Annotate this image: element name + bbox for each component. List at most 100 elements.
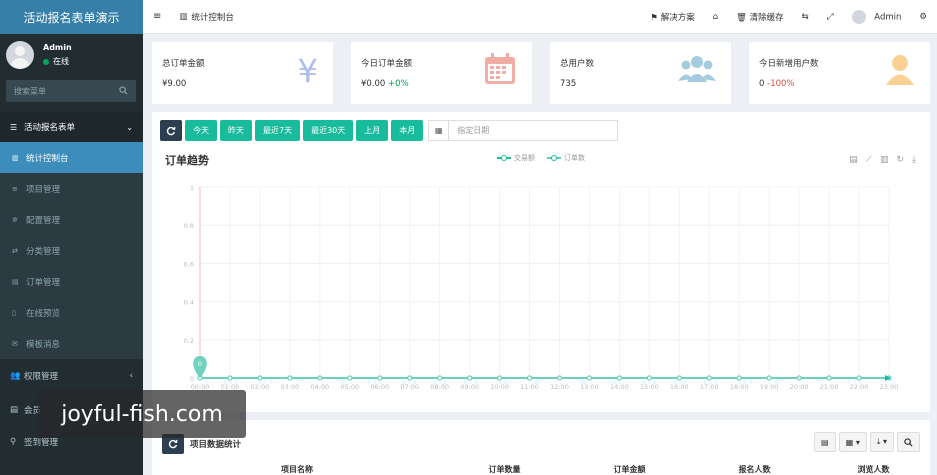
date-range-field: ▦	[428, 120, 619, 141]
home-icon[interactable]: ⌂	[713, 12, 718, 22]
search-button[interactable]	[897, 432, 920, 452]
chart-legend: 交易额 订单数	[497, 153, 585, 163]
sidebar-search	[6, 80, 136, 102]
data-point	[586, 375, 592, 381]
calendar-icon	[483, 52, 517, 94]
list-icon: ☰	[10, 122, 18, 132]
online-dot-icon	[43, 58, 49, 65]
user-menu[interactable]: Admin	[851, 9, 901, 24]
download-icon[interactable]: ⤓	[912, 155, 916, 165]
tab-dashboard[interactable]: ▥ 统计控制台	[179, 11, 234, 23]
sidebar-item-templates[interactable]: ✉ 模板消息	[0, 328, 143, 359]
sidebar-group-auth[interactable]: 👥 权限管理 ‹	[0, 359, 143, 393]
sidebar-group-activity[interactable]: ☰ 活动报名表单 ⌄	[0, 112, 143, 142]
bar-chart-icon[interactable]: ▥	[880, 155, 889, 165]
x-tick-label: 21:00	[820, 383, 839, 391]
data-point	[437, 375, 443, 381]
filter-yesterday-button[interactable]: 昨天	[220, 120, 252, 141]
x-tick-label: 02:00	[251, 383, 270, 391]
x-tick-label: 15:00	[640, 383, 659, 391]
order-trend-panel: 今天 昨天 最近7天 最近30天 上月 本月 ▦ 订单趋势 交易额 订单数 ▤ …	[152, 112, 930, 412]
legend-item-orders[interactable]: 订单数	[547, 153, 585, 163]
list-icon: ▤	[10, 405, 19, 415]
filter-this-month-button[interactable]: 本月	[391, 120, 424, 141]
search-icon	[904, 437, 913, 447]
sidebar-item-dashboard[interactable]: ▥ 统计控制台	[0, 142, 143, 173]
order-trend-chart: 00.20.40.60.8100:00 01:00 02:00 03:00 04:00 0…	[184, 184, 899, 391]
brand-logo[interactable]: 活动报名表单演示	[0, 0, 143, 34]
column-header[interactable]: 订单数量	[442, 464, 567, 475]
data-point	[706, 375, 712, 381]
x-tick-label: 09:00	[460, 383, 479, 391]
restore-icon[interactable]: ↻	[896, 155, 904, 165]
stat-card-today-amount: 今日订单金额 ¥0.00 +0%	[351, 42, 532, 104]
refresh-button[interactable]	[160, 120, 182, 141]
line-chart-icon[interactable]: ⟋	[866, 155, 872, 165]
filter-last-month-button[interactable]: 上月	[356, 120, 389, 141]
list-icon: ≡	[12, 184, 18, 193]
column-header[interactable]: 报名人数	[692, 464, 817, 475]
chevron-down-icon: ⌄	[126, 122, 133, 132]
date-range-input[interactable]	[449, 126, 618, 135]
sidebar-item-label: 分类管理	[26, 246, 61, 257]
column-header[interactable]: 项目名称	[152, 464, 442, 475]
data-point	[407, 375, 413, 381]
topbar: ≡ ▥ 统计控制台 ⚑ 解决方案 ⌂ 🗑 清除缓存 ⇆ ⤢ Admin ⚙	[143, 0, 937, 34]
columns-button[interactable]: ▦ ▾	[838, 432, 867, 452]
stat-change: -100%	[767, 79, 795, 89]
solutions-link[interactable]: ⚑ 解决方案	[650, 11, 694, 23]
legend-item-amount[interactable]: 交易额	[497, 153, 535, 163]
sidebar-item-preview[interactable]: ▯ 在线预览	[0, 297, 143, 328]
search-icon[interactable]	[119, 85, 128, 97]
table-view-button[interactable]: ▤	[813, 432, 836, 452]
date-filter-bar: 今天 昨天 最近7天 最近30天 上月 本月 ▦	[160, 120, 619, 141]
sidebar-search-input[interactable]	[14, 86, 119, 96]
bar-chart-icon: ▥	[12, 153, 19, 162]
document-icon: ▤	[12, 277, 19, 286]
data-point	[287, 375, 293, 381]
data-point	[736, 375, 742, 381]
x-tick-label: 03:00	[281, 383, 300, 391]
user-panel: Admin 在线	[0, 34, 143, 76]
sidebar-group-label: 活动报名表单	[24, 123, 76, 133]
y-tick-label: 0.8	[184, 222, 194, 230]
users-icon	[678, 52, 716, 94]
data-point	[766, 375, 772, 381]
stat-value: 0	[759, 79, 765, 89]
data-point	[527, 375, 533, 381]
sidebar-item-categories[interactable]: ⇄ 分类管理	[0, 235, 143, 266]
sidebar-item-projects[interactable]: ≡ 项目管理	[0, 173, 143, 204]
language-icon[interactable]: ⇆	[802, 12, 809, 22]
column-header[interactable]: 订单金额	[567, 464, 692, 475]
legend-label: 订单数	[564, 154, 585, 162]
export-button[interactable]: ⤓ ▾	[869, 432, 894, 452]
filter-today-button[interactable]: 今天	[185, 120, 217, 141]
data-view-icon[interactable]: ▤	[849, 155, 858, 165]
project-stats-panel: 项目数据统计 ▤ ▦ ▾ ⤓ ▾ 项目名称 订单数量 订单金额 报名人数 浏览人…	[152, 420, 930, 475]
shuffle-icon: ⇄	[12, 246, 18, 255]
data-point	[257, 375, 263, 381]
x-tick-label: 23:00	[880, 383, 899, 391]
column-header[interactable]: 浏览人数	[817, 464, 930, 475]
x-tick-label: 20:00	[790, 383, 809, 391]
yen-icon: ¥	[297, 52, 318, 90]
settings-gear-icon[interactable]: ⚙	[919, 12, 927, 22]
user-name: Admin	[43, 43, 72, 52]
sidebar-item-label: 统计控制台	[26, 153, 69, 164]
x-tick-label: 04:00	[310, 383, 329, 391]
legend-swatch	[547, 155, 561, 161]
filter-last7-button[interactable]: 最近7天	[255, 120, 301, 141]
menu-toggle-icon[interactable]: ≡	[153, 11, 161, 22]
sidebar-item-orders[interactable]: ▤ 订单管理	[0, 266, 143, 297]
stat-change: +0%	[388, 79, 409, 89]
sidebar-item-config[interactable]: ✲ 配置管理	[0, 204, 143, 235]
project-stats-title: 项目数据统计	[190, 440, 242, 450]
data-point	[826, 375, 832, 381]
map-marker-icon: ⚲	[10, 437, 17, 447]
filter-last30-button[interactable]: 最近30天	[303, 120, 354, 141]
data-point	[227, 375, 233, 381]
clear-cache-button[interactable]: 🗑 清除缓存	[736, 11, 784, 23]
data-point	[467, 375, 473, 381]
fullscreen-icon[interactable]: ⤢	[827, 12, 834, 22]
sidebar-item-label: 订单管理	[26, 277, 61, 288]
